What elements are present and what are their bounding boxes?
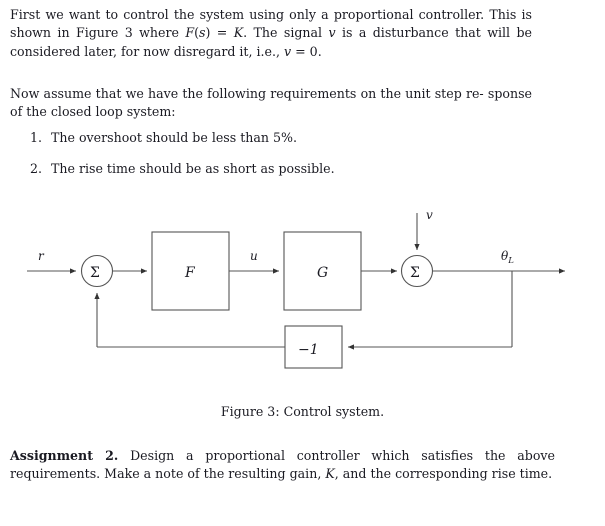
paragraph-intro-line-2d: . The signal <box>243 25 329 41</box>
list-item-label: The overshoot should be less than 5%. <box>51 130 298 145</box>
list-item: 2. The rise time should be as short as p… <box>10 160 530 178</box>
paragraph-intro-line-1: First we want to control the system usin… <box>10 7 485 22</box>
control-system-figure: r F u G v Σ Σ −1 θL <box>0 196 605 396</box>
equals-clause: ) = <box>205 25 234 41</box>
math-F: F <box>185 25 195 41</box>
math-K-assignment: K <box>325 466 335 482</box>
assignment-body-b: , and the corresponding rise time. <box>334 466 553 482</box>
paragraph-assignment: Assignment 2. Design a proportional cont… <box>10 447 555 484</box>
math-K: K <box>233 25 244 41</box>
list-item: 1. The overshoot should be less than 5%. <box>10 129 530 147</box>
paragraph-intro-line-3b: = 0. <box>291 43 322 59</box>
figure-caption: Figure 3: Control system. <box>220 404 385 419</box>
document-page: First we want to control the system usin… <box>0 0 605 526</box>
label-sigma-input: Σ <box>90 265 100 281</box>
assignment-heading: Assignment 2. <box>10 448 119 463</box>
label-sigma-disturbance: Σ <box>410 265 420 281</box>
label-block-minus-one: −1 <box>298 342 319 358</box>
label-block-G: G <box>317 265 328 281</box>
label-control-u: u <box>250 249 258 263</box>
label-output-theta-L: θL <box>501 249 514 266</box>
paragraph-requirements-lead: Now assume that we have the following re… <box>10 85 532 122</box>
block-diagram-svg: r F u G v Σ Σ −1 θL <box>27 208 565 369</box>
label-output-subscript: L <box>507 256 514 266</box>
paragraph-intro-line-2e: is a disturbance <box>335 25 449 41</box>
label-block-F: F <box>184 265 196 281</box>
requirements-list: 1. The overshoot should be less than 5%.… <box>10 129 530 192</box>
list-item-label: The rise time should be as short as poss… <box>51 161 335 177</box>
list-item-number: 1. <box>30 130 43 145</box>
label-disturbance-v: v <box>426 208 433 222</box>
requirements-lead-line-1: Now assume that we have the following re… <box>10 86 484 101</box>
math-v-1: v <box>328 25 336 41</box>
list-item-number: 2. <box>30 161 43 177</box>
paragraph-intro: First we want to control the system usin… <box>10 6 532 61</box>
label-reference-r: r <box>38 249 45 263</box>
